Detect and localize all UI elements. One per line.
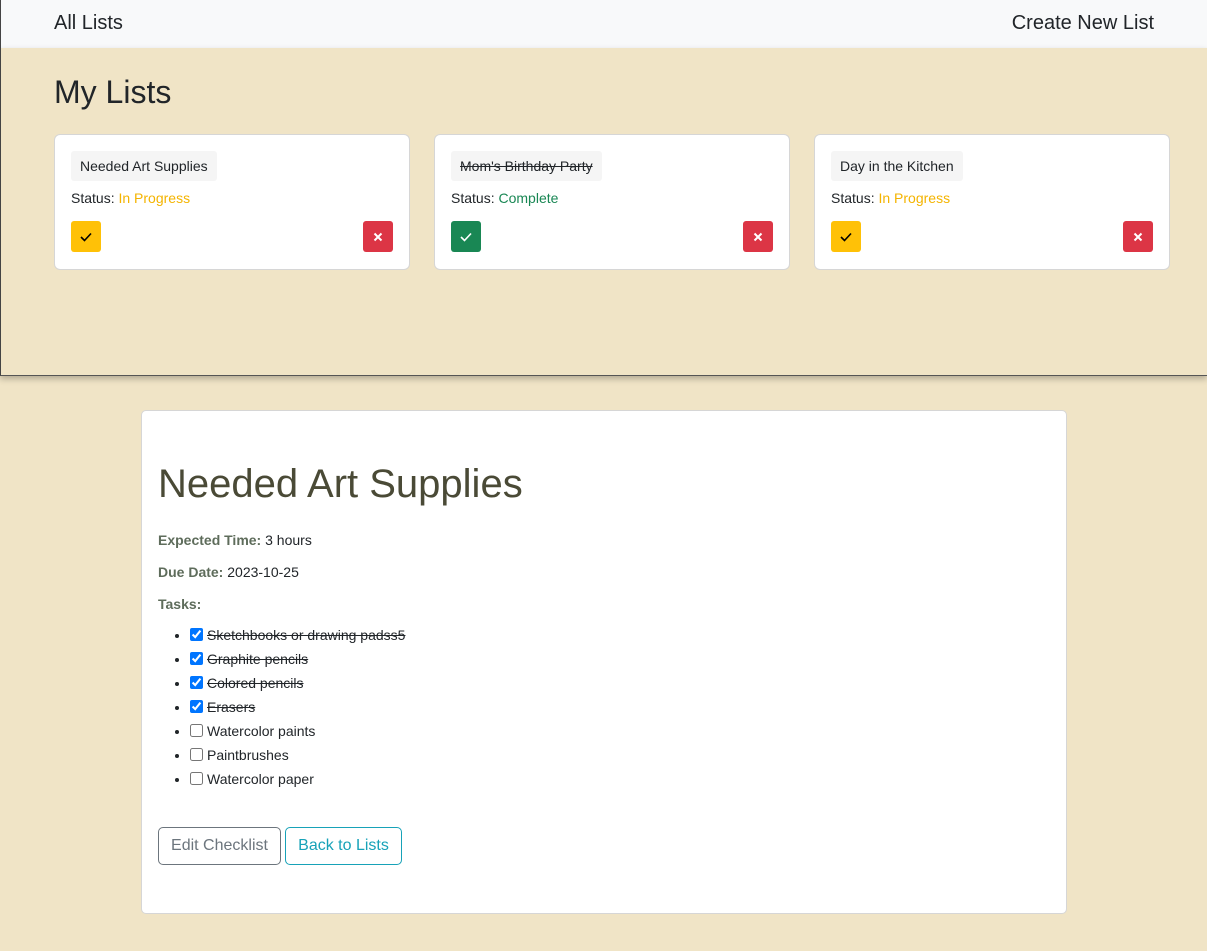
list-card-status: Status: In Progress	[831, 190, 950, 206]
task-item: Watercolor paper	[190, 767, 405, 791]
task-list: Sketchbooks or drawing padss5 Graphite p…	[158, 623, 405, 791]
edit-checklist-button[interactable]: Edit Checklist	[158, 827, 281, 865]
task-checkbox[interactable]	[190, 700, 203, 713]
expected-time-value: 3 hours	[265, 532, 312, 548]
due-date: Due Date: 2023-10-25	[158, 564, 299, 580]
check-icon	[80, 232, 92, 242]
status-label: Status:	[71, 190, 115, 206]
task-item: Sketchbooks or drawing padss5	[190, 623, 405, 647]
task-item: Graphite pencils	[190, 647, 405, 671]
check-icon	[840, 232, 852, 242]
task-label: Colored pencils	[207, 675, 304, 691]
task-checkbox[interactable]	[190, 748, 203, 761]
task-label: Sketchbooks or drawing padss5	[207, 627, 406, 643]
check-icon	[460, 232, 472, 242]
task-label: Paintbrushes	[207, 747, 289, 763]
list-card-status: Status: In Progress	[71, 190, 190, 206]
task-label: Watercolor paper	[207, 771, 314, 787]
list-card: Needed Art Supplies Status: In Progress	[54, 134, 410, 270]
detail-title: Needed Art Supplies	[158, 462, 523, 506]
list-card-name[interactable]: Mom's Birthday Party	[451, 151, 602, 181]
delete-list-button[interactable]	[743, 221, 773, 252]
task-checkbox[interactable]	[190, 676, 203, 689]
task-checkbox[interactable]	[190, 724, 203, 737]
task-label: Watercolor paints	[207, 723, 316, 739]
my-lists-panel: My Lists Needed Art Supplies Status: In …	[0, 48, 1207, 376]
close-icon	[373, 232, 383, 241]
list-card-status: Status: Complete	[451, 190, 558, 206]
task-item: Paintbrushes	[190, 743, 405, 767]
expected-time-label: Expected Time:	[158, 532, 262, 548]
due-date-label: Due Date:	[158, 564, 224, 580]
task-item: Watercolor paints	[190, 719, 405, 743]
delete-list-button[interactable]	[1123, 221, 1153, 252]
list-card: Mom's Birthday Party Status: Complete	[434, 134, 790, 270]
task-checkbox[interactable]	[190, 772, 203, 785]
close-icon	[1133, 232, 1143, 241]
close-icon	[753, 232, 763, 241]
status-label: Status:	[831, 190, 875, 206]
task-label: Erasers	[207, 699, 256, 715]
mark-complete-button[interactable]	[451, 221, 481, 252]
list-card-name[interactable]: Needed Art Supplies	[71, 151, 217, 181]
mark-complete-button[interactable]	[71, 221, 101, 252]
task-label: Graphite pencils	[207, 651, 309, 667]
delete-list-button[interactable]	[363, 221, 393, 252]
list-card-name[interactable]: Day in the Kitchen	[831, 151, 963, 181]
status-value: Complete	[498, 190, 559, 206]
expected-time: Expected Time: 3 hours	[158, 532, 312, 548]
status-value: In Progress	[118, 190, 191, 206]
due-date-value: 2023-10-25	[227, 564, 299, 580]
list-detail-card: Needed Art Supplies Expected Time: 3 hou…	[141, 410, 1067, 914]
task-checkbox[interactable]	[190, 652, 203, 665]
status-value: In Progress	[878, 190, 951, 206]
back-to-lists-button[interactable]: Back to Lists	[285, 827, 402, 865]
status-label: Status:	[451, 190, 495, 206]
task-item: Colored pencils	[190, 671, 405, 695]
list-card: Day in the Kitchen Status: In Progress	[814, 134, 1170, 270]
task-checkbox[interactable]	[190, 628, 203, 641]
mark-complete-button[interactable]	[831, 221, 861, 252]
nav-create-new-list-link[interactable]: Create New List	[1012, 11, 1154, 35]
top-navbar: All Lists Create New List	[0, 0, 1207, 48]
task-item: Erasers	[190, 695, 405, 719]
page-title: My Lists	[54, 74, 172, 110]
nav-all-lists-link[interactable]: All Lists	[54, 11, 123, 35]
tasks-heading: Tasks:	[158, 596, 202, 612]
